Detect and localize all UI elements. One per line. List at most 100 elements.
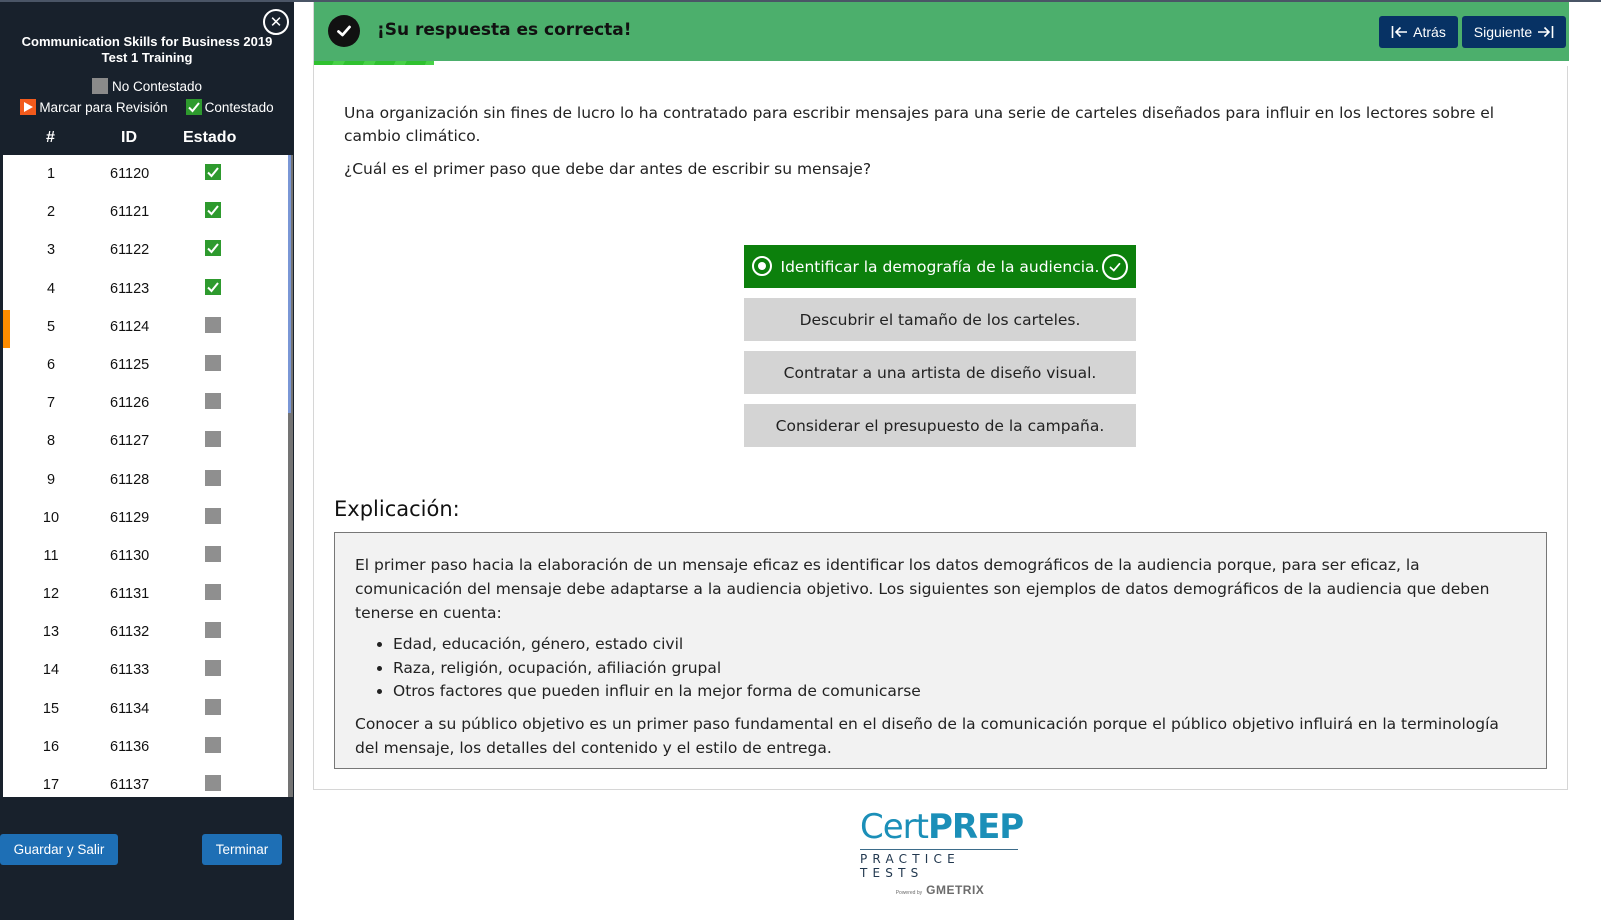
answer-options: Identificar la demografía de la audienci… (744, 245, 1136, 457)
answer-option[interactable]: Identificar la demografía de la audienci… (744, 245, 1136, 288)
question-number: 3 (46, 242, 56, 259)
question-row[interactable]: 16 61136 (3, 728, 293, 766)
scrollbar-thumb[interactable] (288, 155, 291, 413)
flag-icon (20, 99, 37, 115)
not-answered-square-icon (205, 469, 221, 486)
answer-option[interactable]: Descubrir el tamaño de los carteles. (744, 298, 1136, 341)
not-answered-square-icon (205, 431, 221, 448)
question-number: 5 (46, 318, 56, 335)
finish-button[interactable]: Terminar (202, 834, 282, 865)
question-row[interactable]: 14 61133 (3, 651, 293, 689)
explanation-title: Explicación: (334, 497, 460, 521)
explanation-bullet: Raza, religión, ocupación, afiliación gr… (393, 657, 1526, 681)
not-answered-square-icon (91, 78, 108, 94)
legend-flag-answered: Marcar para Revisión Contestado (0, 99, 294, 115)
question-number: 12 (42, 586, 60, 603)
explanation-paragraph-1: El primer paso hacia la elaboración de u… (355, 556, 1490, 622)
answer-label: Identificar la demografía de la audienci… (780, 257, 1100, 276)
close-icon: ✕ (269, 12, 283, 31)
question-number: 9 (46, 471, 56, 488)
not-answered-square-icon (205, 584, 221, 601)
question-row[interactable]: 4 61123 (3, 270, 293, 308)
answered-check-icon (205, 240, 221, 257)
next-label: Siguiente (1473, 24, 1533, 40)
question-number: 2 (46, 204, 56, 221)
not-answered-square-icon (205, 622, 221, 639)
explanation-box: El primer paso hacia la elaboración de u… (334, 532, 1547, 769)
correct-check-circle-icon (1102, 254, 1128, 280)
question-id: 61128 (110, 471, 150, 488)
question-panel: ¡Su respuesta es correcta! Atrás Siguien… (313, 2, 1569, 790)
legend-flag-review: Marcar para Revisión (20, 99, 168, 115)
logo-prep: PREP (927, 807, 1024, 847)
question-row[interactable]: 7 61126 (3, 384, 293, 422)
question-number: 4 (46, 280, 56, 297)
answered-check-icon (205, 278, 221, 295)
legend-not-answered-label: No Contestado (111, 78, 203, 94)
explanation-bullet: Edad, educación, género, estado civil (393, 633, 1526, 657)
test-title-line2: Test 1 Training (101, 50, 193, 65)
question-number: 1 (46, 166, 56, 182)
not-answered-square-icon (205, 775, 221, 791)
next-button[interactable]: Siguiente (1462, 16, 1566, 48)
answer-label: Contratar a una artista de diseño visual… (783, 363, 1097, 382)
result-banner: ¡Su respuesta es correcta! Atrás Siguien… (314, 2, 1569, 61)
answer-option[interactable]: Contratar a una artista de diseño visual… (744, 351, 1136, 394)
not-answered-square-icon (205, 698, 221, 715)
gmetrix-brand: GMETRIX (926, 883, 985, 897)
test-progress-bar (314, 61, 1569, 66)
answer-label: Considerar el presupuesto de la campaña. (775, 416, 1105, 435)
question-row[interactable]: 13 61132 (3, 613, 293, 651)
explanation-bullet: Otros factores que pueden influir en la … (393, 680, 1526, 704)
answer-label: Descubrir el tamaño de los carteles. (799, 310, 1081, 329)
not-answered-square-icon (205, 316, 221, 333)
question-row[interactable]: 11 61130 (3, 537, 293, 575)
question-row[interactable]: 5 61124 (3, 308, 293, 348)
not-answered-square-icon (205, 507, 221, 524)
answer-option[interactable]: Considerar el presupuesto de la campaña. (744, 404, 1136, 447)
question-number: 7 (46, 395, 56, 412)
column-id: ID (121, 129, 137, 146)
question-list-scrollbar[interactable] (288, 155, 293, 797)
legend-flag-label: Marcar para Revisión (39, 99, 168, 115)
question-number: 13 (42, 624, 60, 641)
not-answered-square-icon (205, 393, 221, 410)
question-id: 61136 (110, 738, 150, 755)
question-row[interactable]: 8 61127 (3, 422, 293, 460)
question-row[interactable]: 2 61121 (3, 193, 293, 231)
question-id: 61137 (110, 777, 150, 793)
question-row[interactable]: 6 61125 (3, 346, 293, 384)
answered-check-icon (205, 202, 221, 219)
radio-selected-icon (752, 256, 772, 276)
question-row[interactable]: 17 61137 (3, 766, 293, 797)
arrow-left-bar-icon (1391, 26, 1408, 38)
question-number: 11 (43, 547, 59, 564)
question-id: 61134 (110, 700, 150, 717)
test-title: Communication Skills for Business 2019 T… (0, 34, 294, 66)
question-id: 61122 (110, 242, 150, 259)
not-answered-square-icon (205, 545, 221, 562)
check-circle-icon (328, 15, 360, 47)
powered-by-label: Powered by (895, 890, 923, 896)
logo-divider (860, 849, 1018, 850)
save-and-exit-button[interactable]: Guardar y Salir (0, 834, 118, 865)
test-title-line1: Communication Skills for Business 2019 (21, 34, 273, 49)
question-row[interactable]: 1 61120 (3, 155, 293, 193)
question-id: 61127 (110, 433, 150, 450)
question-table-header: # ID Estado (0, 129, 294, 151)
column-status: Estado (183, 129, 237, 146)
question-id: 61129 (110, 509, 150, 526)
question-row[interactable]: 10 61129 (3, 499, 293, 537)
question-row[interactable]: 12 61131 (3, 575, 293, 613)
question-id: 61125 (110, 356, 150, 373)
question-row[interactable]: 9 61128 (3, 461, 293, 499)
question-row[interactable]: 15 61134 (3, 690, 293, 728)
question-number: 10 (42, 509, 60, 526)
question-number: 14 (42, 662, 60, 679)
close-sidebar-button[interactable]: ✕ (263, 9, 289, 35)
back-button[interactable]: Atrás (1379, 16, 1458, 48)
legend-not-answered: No Contestado (0, 78, 294, 94)
question-row[interactable]: 3 61122 (3, 231, 293, 269)
back-label: Atrás (1413, 24, 1446, 40)
explanation-bullet-list: Edad, educación, género, estado civilRaz… (393, 633, 1526, 704)
